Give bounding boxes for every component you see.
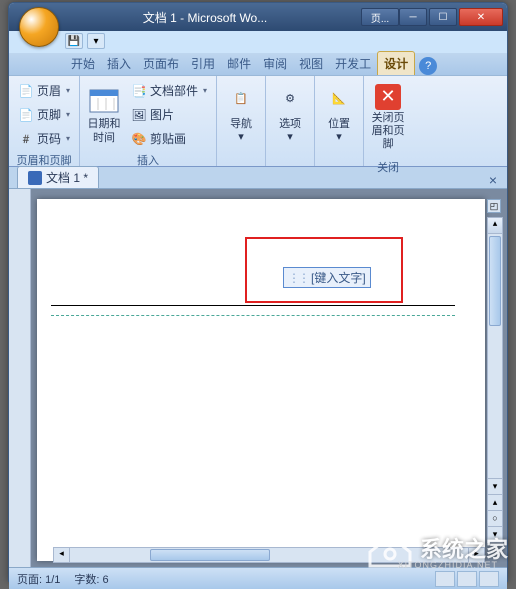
calendar-icon	[88, 84, 120, 116]
scroll-thumb[interactable]	[489, 236, 501, 326]
group-label: 关闭	[368, 157, 408, 177]
page-number-button[interactable]: #️页码▾	[13, 127, 75, 150]
chevron-down-icon: ▾	[203, 86, 207, 95]
chevron-down-icon: ▾	[66, 134, 70, 143]
document-tab[interactable]: 文档 1 *	[17, 166, 99, 188]
close-doc-tab-icon[interactable]: ×	[485, 172, 501, 188]
page-number-icon: #️	[18, 131, 34, 147]
scroll-right-icon[interactable]: ▸	[468, 548, 484, 562]
group-insert: 日期和时间 📑文档部件▾ 🖼图片 🎨剪贴画 插入	[80, 76, 217, 166]
window-title: 文档 1 - Microsoft Wo...	[49, 9, 361, 26]
page-status[interactable]: 页面: 1/1	[17, 571, 60, 587]
group-header-footer: 📄页眉▾ 📄页脚▾ #️页码▾ 页眉和页脚	[9, 76, 80, 166]
chevron-down-icon: ▾	[238, 131, 244, 144]
tab-page-layout[interactable]: 页面布	[137, 52, 185, 75]
footer-icon: 📄	[18, 107, 34, 123]
minimize-button[interactable]: ─	[399, 8, 427, 26]
header-boundary-line	[51, 315, 455, 316]
chevron-down-icon: ▾	[66, 110, 70, 119]
group-navigation: 📋 导航 ▾	[217, 76, 266, 166]
vertical-scrollbar[interactable]: ▴ ▾ ▴ ○ ▾	[487, 217, 503, 543]
tab-mailings[interactable]: 邮件	[221, 52, 257, 75]
scroll-left-icon[interactable]: ◂	[54, 548, 70, 562]
group-options: ⚙ 选项 ▾	[266, 76, 315, 166]
options-icon: ⚙	[274, 84, 306, 116]
group-position: 📐 位置 ▾	[315, 76, 364, 166]
view-web-icon[interactable]	[479, 571, 499, 587]
tab-home[interactable]: 开始	[65, 52, 101, 75]
header-icon: 📄	[18, 83, 34, 99]
picture-button[interactable]: 🖼图片	[126, 103, 212, 126]
navigation-button[interactable]: 📋 导航 ▾	[221, 79, 261, 149]
header-button[interactable]: 📄页眉▾	[13, 79, 75, 102]
scroll-down-icon[interactable]: ▾	[488, 478, 502, 494]
title-bar[interactable]: 文档 1 - Microsoft Wo... 页... ─ ☐ ✕	[9, 3, 507, 31]
workspace: ⋮⋮ [键入文字] ◰ ▴ ▾ ▴ ○ ▾ ◂ ▸	[9, 189, 507, 567]
prev-page-icon[interactable]: ▴	[488, 494, 502, 510]
vertical-ruler[interactable]	[9, 189, 31, 567]
document-tab-label: 文档 1 *	[46, 169, 88, 186]
clipart-button[interactable]: 🎨剪贴画	[126, 127, 212, 150]
document-area[interactable]: ⋮⋮ [键入文字] ◰ ▴ ▾ ▴ ○ ▾ ◂ ▸	[31, 189, 507, 567]
word-doc-icon	[28, 171, 42, 185]
page-indicator: 页...	[361, 8, 399, 26]
close-button[interactable]: ✕	[459, 8, 503, 26]
chevron-down-icon: ▾	[66, 86, 70, 95]
tab-developer[interactable]: 开发工	[329, 52, 377, 75]
save-icon[interactable]: 💾	[65, 33, 83, 49]
clipart-icon: 🎨	[131, 131, 147, 147]
tab-design[interactable]: 设计	[377, 51, 415, 75]
view-print-layout-icon[interactable]	[435, 571, 455, 587]
navigation-icon: 📋	[225, 84, 257, 116]
app-window: 文档 1 - Microsoft Wo... 页... ─ ☐ ✕ 💾 ▾ 开始…	[8, 2, 508, 582]
ribbon-tabs: 开始 插入 页面布 引用 邮件 审阅 视图 开发工 设计 ?	[9, 53, 507, 75]
datetime-button[interactable]: 日期和时间	[84, 79, 124, 150]
tab-view[interactable]: 视图	[293, 52, 329, 75]
header-rule-line	[51, 305, 455, 306]
tab-references[interactable]: 引用	[185, 52, 221, 75]
position-button[interactable]: 📐 位置 ▾	[319, 79, 359, 149]
footer-button[interactable]: 📄页脚▾	[13, 103, 75, 126]
options-button[interactable]: ⚙ 选项 ▾	[270, 79, 310, 149]
tab-review[interactable]: 审阅	[257, 52, 293, 75]
scroll-up-icon[interactable]: ▴	[488, 218, 502, 234]
parts-icon: 📑	[131, 83, 147, 99]
picture-icon: 🖼	[131, 107, 147, 123]
word-count-status[interactable]: 字数: 6	[74, 571, 108, 587]
group-label: 插入	[84, 150, 212, 170]
header-text-placeholder[interactable]: ⋮⋮ [键入文字]	[283, 267, 371, 288]
qat-dropdown-icon[interactable]: ▾	[87, 33, 105, 49]
ruler-toggle-icon[interactable]: ◰	[487, 199, 501, 213]
help-icon[interactable]: ?	[419, 57, 437, 75]
scroll-thumb-h[interactable]	[150, 549, 270, 561]
chevron-down-icon: ▾	[336, 131, 342, 144]
document-tabs: 文档 1 * ×	[9, 167, 507, 189]
view-fullscreen-icon[interactable]	[457, 571, 477, 587]
document-parts-button[interactable]: 📑文档部件▾	[126, 79, 212, 102]
close-header-footer-button[interactable]: ✕ 关闭页眉和页脚	[368, 79, 408, 157]
browse-object-icon[interactable]: ○	[488, 510, 502, 526]
position-icon: 📐	[323, 84, 355, 116]
group-close: ✕ 关闭页眉和页脚 关闭	[364, 76, 412, 166]
chevron-down-icon: ▾	[287, 131, 293, 144]
grip-icon: ⋮⋮	[288, 271, 308, 285]
ribbon: 📄页眉▾ 📄页脚▾ #️页码▾ 页眉和页脚 日期和时间 📑文档部件▾ 🖼图片 🎨…	[9, 75, 507, 167]
close-icon: ✕	[375, 84, 401, 110]
next-page-icon[interactable]: ▾	[488, 526, 502, 542]
tab-insert[interactable]: 插入	[101, 52, 137, 75]
maximize-button[interactable]: ☐	[429, 8, 457, 26]
office-button[interactable]	[19, 7, 59, 47]
quick-access-toolbar: 💾 ▾	[65, 31, 105, 51]
horizontal-scrollbar[interactable]: ◂ ▸	[53, 547, 485, 563]
